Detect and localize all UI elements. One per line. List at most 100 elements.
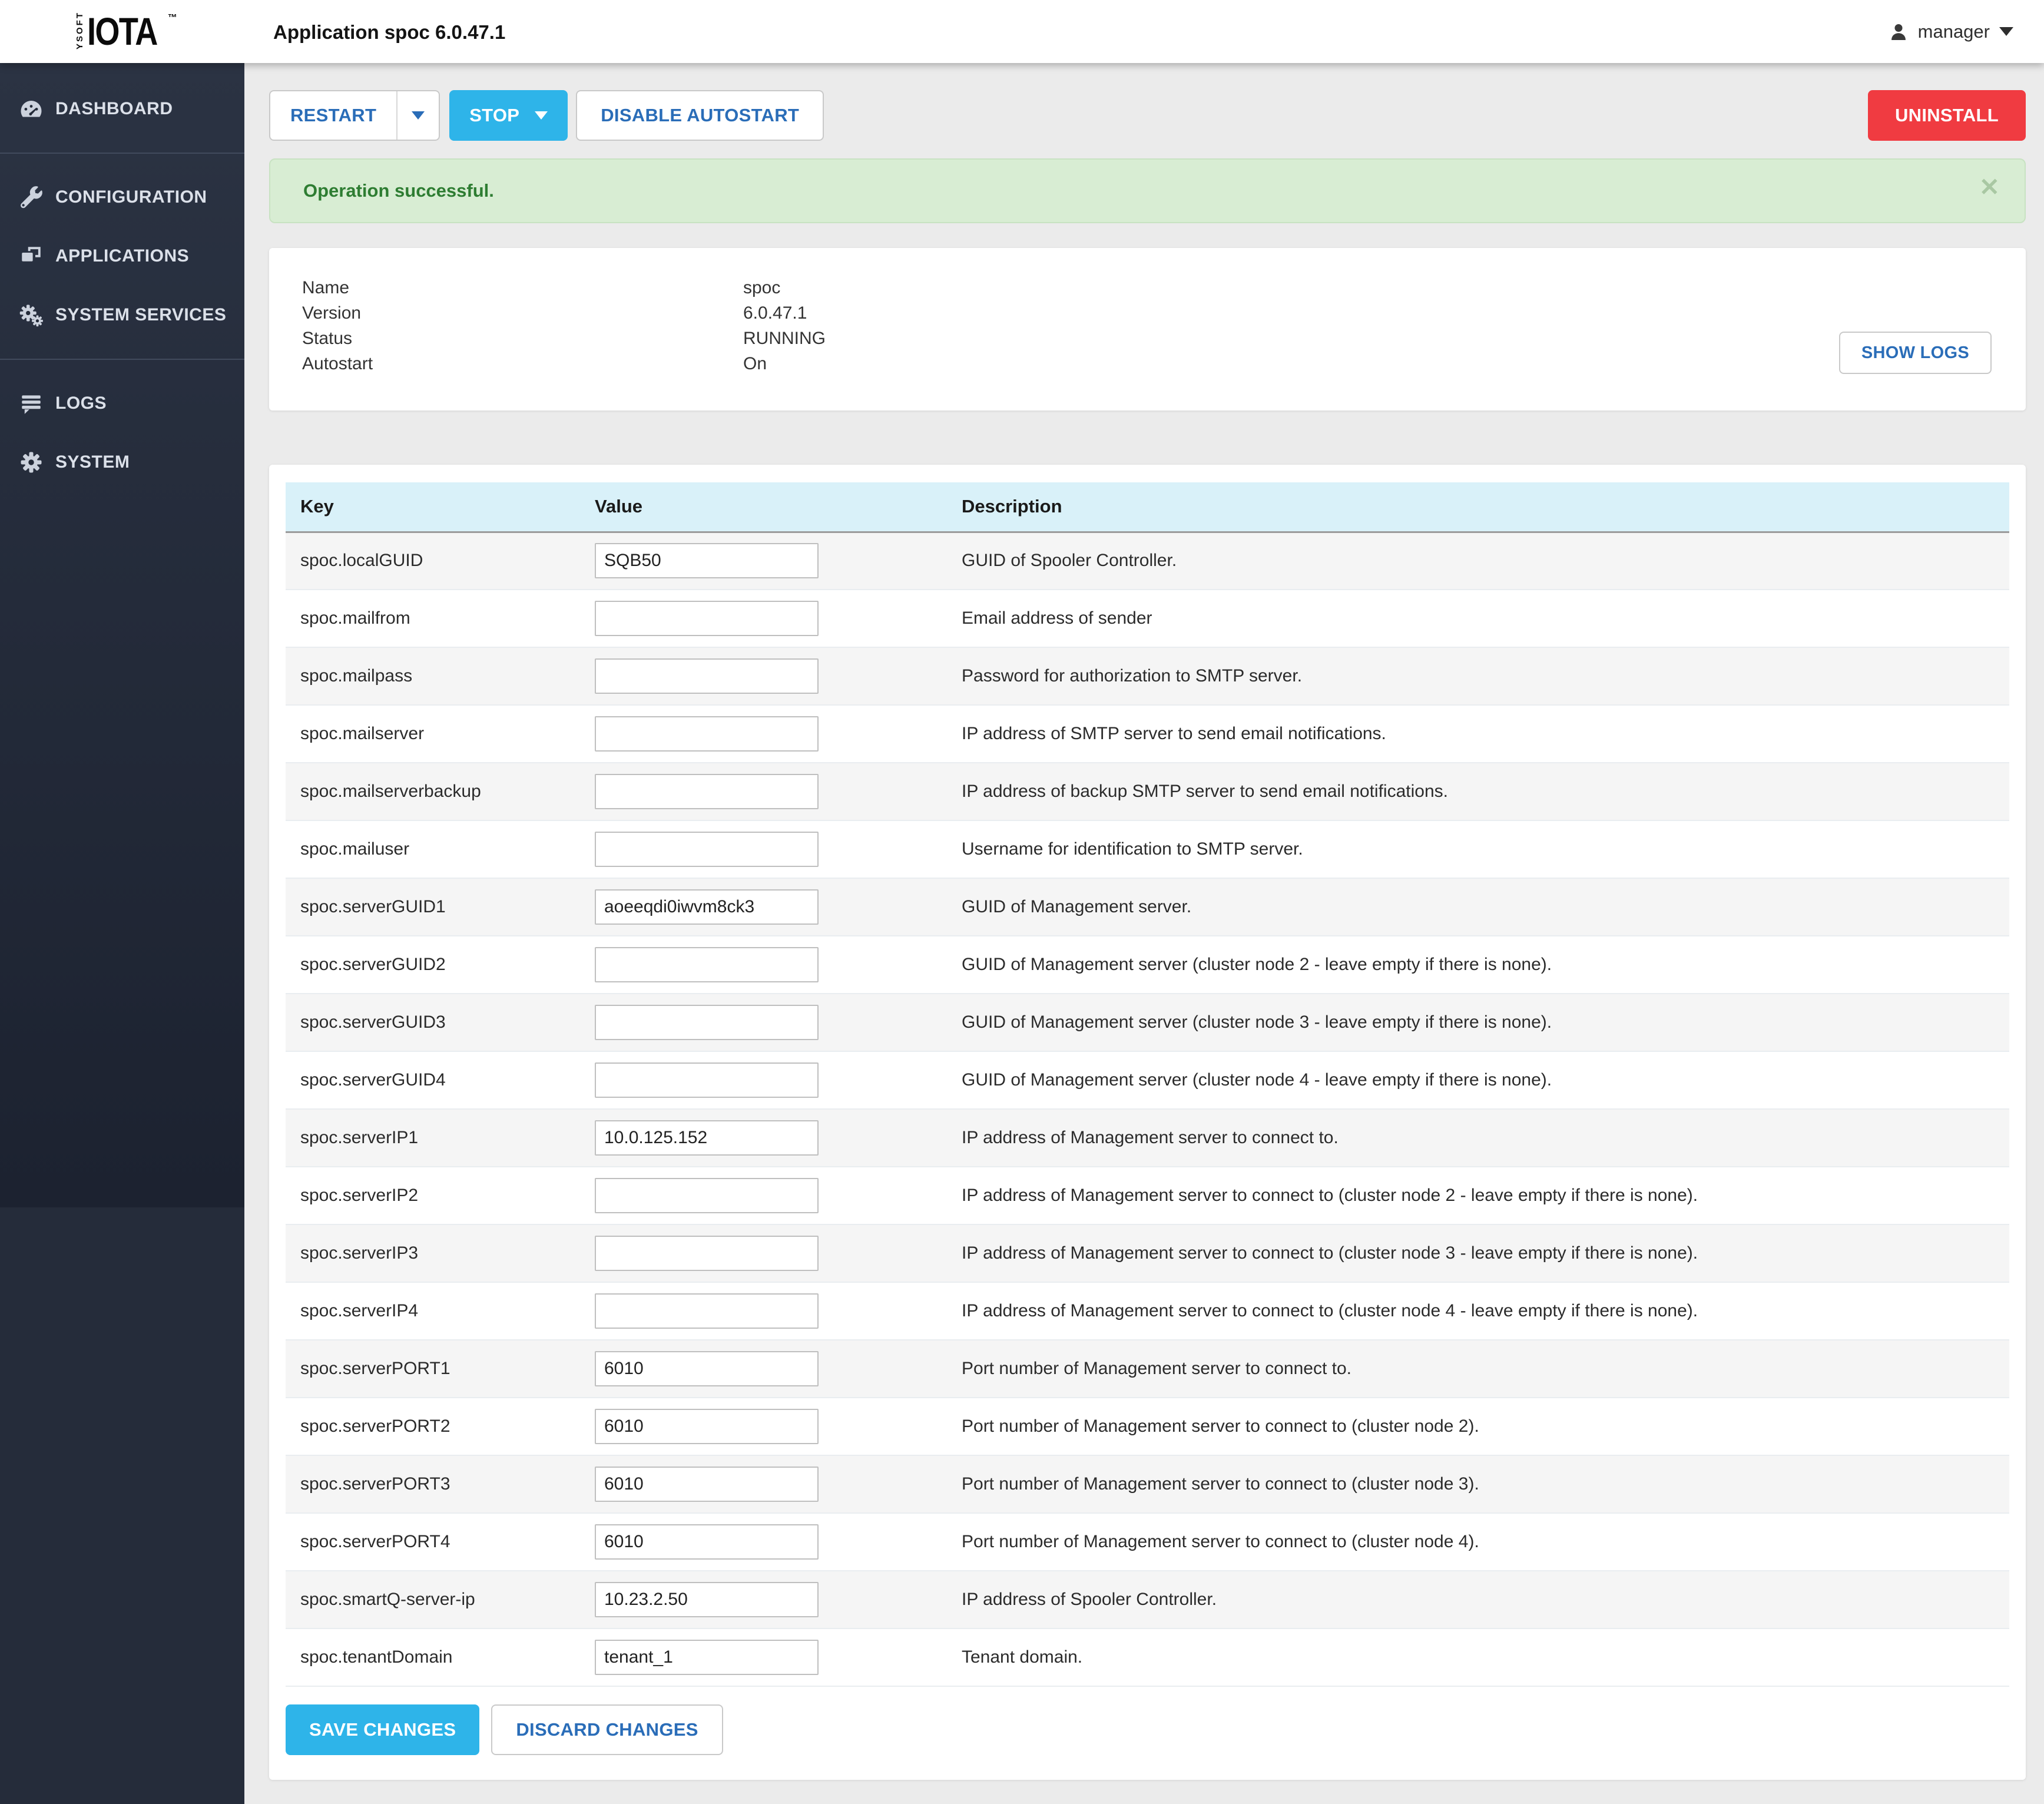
config-key: spoc.mailpass xyxy=(286,647,595,705)
config-description: IP address of Spooler Controller. xyxy=(962,1571,2009,1628)
info-label: Version xyxy=(302,303,743,323)
disable-autostart-button[interactable]: DISABLE AUTOSTART xyxy=(576,90,824,141)
config-description: Port number of Management server to conn… xyxy=(962,1398,2009,1455)
info-value: 6.0.47.1 xyxy=(743,303,807,323)
success-alert: Operation successful. ✕ xyxy=(269,158,2026,223)
value-input[interactable] xyxy=(595,1178,819,1213)
value-input[interactable] xyxy=(595,658,819,694)
config-key: spoc.serverPORT1 xyxy=(286,1340,595,1398)
column-header-description: Description xyxy=(962,482,2009,532)
table-row: spoc.serverIP2 IP address of Management … xyxy=(286,1167,2009,1224)
value-input[interactable] xyxy=(595,1582,819,1617)
discard-changes-button[interactable]: DISCARD CHANGES xyxy=(491,1704,723,1755)
stop-button[interactable]: STOP xyxy=(449,90,568,141)
user-name: manager xyxy=(1918,21,1990,42)
sidebar-item-label: SYSTEM SERVICES xyxy=(55,305,226,325)
table-row: spoc.serverPORT2 Port number of Manageme… xyxy=(286,1398,2009,1455)
column-header-key: Key xyxy=(286,482,595,532)
config-key: spoc.mailserverbackup xyxy=(286,763,595,820)
close-icon[interactable]: ✕ xyxy=(1979,175,2000,200)
value-input[interactable] xyxy=(595,1524,819,1560)
sidebar-item-applications[interactable]: APPLICATIONS xyxy=(0,227,244,286)
config-key: spoc.mailfrom xyxy=(286,590,595,647)
sidebar-item-system[interactable]: SYSTEM xyxy=(0,433,244,492)
value-input[interactable] xyxy=(595,1467,819,1502)
application-info-panel: Name spoc Version 6.0.47.1 Status RUNNIN… xyxy=(269,248,2026,411)
config-key: spoc.serverIP4 xyxy=(286,1282,595,1340)
table-row: spoc.mailserverbackup IP address of back… xyxy=(286,763,2009,820)
config-description: IP address of backup SMTP server to send… xyxy=(962,763,2009,820)
value-input[interactable] xyxy=(595,1062,819,1098)
info-label: Name xyxy=(302,278,743,298)
sidebar-item-logs[interactable]: LOGS xyxy=(0,374,244,433)
config-description: IP address of Management server to conne… xyxy=(962,1282,2009,1340)
value-input[interactable] xyxy=(595,774,819,809)
restart-dropdown-button[interactable] xyxy=(396,91,439,140)
value-input[interactable] xyxy=(595,1236,819,1271)
value-input[interactable] xyxy=(595,1409,819,1444)
info-row-version: Version 6.0.47.1 xyxy=(302,300,2026,326)
table-row: spoc.localGUID GUID of Spooler Controlle… xyxy=(286,532,2009,590)
sidebar-menu: DASHBOARD CONFIGURATION APPLICATIONS SYS… xyxy=(0,63,244,1207)
logs-icon xyxy=(19,391,55,416)
table-row: spoc.serverGUID1 GUID of Management serv… xyxy=(286,878,2009,936)
config-key: spoc.serverGUID4 xyxy=(286,1051,595,1109)
user-menu[interactable]: manager xyxy=(1889,0,2013,63)
value-input[interactable] xyxy=(595,716,819,752)
sidebar-item-configuration[interactable]: CONFIGURATION xyxy=(0,168,244,227)
page-title: Application spoc 6.0.47.1 xyxy=(273,21,505,44)
sidebar-item-label: APPLICATIONS xyxy=(55,246,189,266)
sidebar-item-system-services[interactable]: SYSTEM SERVICES xyxy=(0,286,244,345)
value-input[interactable] xyxy=(595,1293,819,1329)
value-input[interactable] xyxy=(595,1120,819,1156)
value-input[interactable] xyxy=(595,1640,819,1675)
config-description: IP address of SMTP server to send email … xyxy=(962,705,2009,763)
config-description: GUID of Spooler Controller. xyxy=(962,532,2009,590)
system-icon xyxy=(19,450,55,475)
user-icon xyxy=(1889,22,1909,42)
configuration-icon xyxy=(19,185,55,210)
autostart-value: On xyxy=(743,354,767,374)
sidebar: DASHBOARD CONFIGURATION APPLICATIONS SYS… xyxy=(0,63,244,1804)
table-row: spoc.serverIP1 IP address of Management … xyxy=(286,1109,2009,1167)
sidebar-item-dashboard[interactable]: DASHBOARD xyxy=(0,80,244,138)
config-description: Email address of sender xyxy=(962,590,2009,647)
top-bar: YSOFT IOTA ™ Application spoc 6.0.47.1 m… xyxy=(0,0,2044,63)
value-input[interactable] xyxy=(595,543,819,578)
value-input[interactable] xyxy=(595,1351,819,1386)
config-description: GUID of Management server. xyxy=(962,878,2009,936)
info-row-status: Status RUNNING xyxy=(302,326,2026,351)
table-row: spoc.serverPORT4 Port number of Manageme… xyxy=(286,1513,2009,1571)
config-key: spoc.tenantDomain xyxy=(286,1628,595,1686)
configuration-card: Key Value Description spoc.localGUID GUI… xyxy=(269,465,2026,1780)
config-key: spoc.serverGUID2 xyxy=(286,936,595,994)
value-input[interactable] xyxy=(595,889,819,925)
save-changes-button[interactable]: SAVE CHANGES xyxy=(286,1704,479,1755)
system-services-icon xyxy=(19,303,55,327)
applications-icon xyxy=(19,244,55,269)
chevron-down-icon xyxy=(1999,27,2013,36)
value-input[interactable] xyxy=(595,832,819,867)
restart-button[interactable]: RESTART xyxy=(270,91,396,140)
config-key: spoc.smartQ-server-ip xyxy=(286,1571,595,1628)
main-content: RESTART STOP DISABLE AUTOSTART UNINSTALL… xyxy=(269,63,2026,1780)
config-description: IP address of Management server to conne… xyxy=(962,1109,2009,1167)
config-key: spoc.serverIP3 xyxy=(286,1224,595,1282)
logo-trademark: ™ xyxy=(168,13,177,24)
table-row: spoc.serverGUID2 GUID of Management serv… xyxy=(286,936,2009,994)
table-row: spoc.mailfrom Email address of sender xyxy=(286,590,2009,647)
value-input[interactable] xyxy=(595,947,819,982)
config-description: Tenant domain. xyxy=(962,1628,2009,1686)
value-input[interactable] xyxy=(595,601,819,636)
status-value: RUNNING xyxy=(743,329,826,349)
dashboard-icon xyxy=(19,97,55,121)
value-input[interactable] xyxy=(595,1005,819,1040)
stop-button-label: STOP xyxy=(469,105,519,126)
info-value: spoc xyxy=(743,278,780,298)
show-logs-button[interactable]: SHOW LOGS xyxy=(1839,332,1992,374)
uninstall-button[interactable]: UNINSTALL xyxy=(1868,90,2026,141)
restart-button-group: RESTART xyxy=(269,90,440,141)
table-header-row: Key Value Description xyxy=(286,482,2009,532)
logo-text: IOTA xyxy=(87,13,157,49)
info-label: Status xyxy=(302,329,743,349)
